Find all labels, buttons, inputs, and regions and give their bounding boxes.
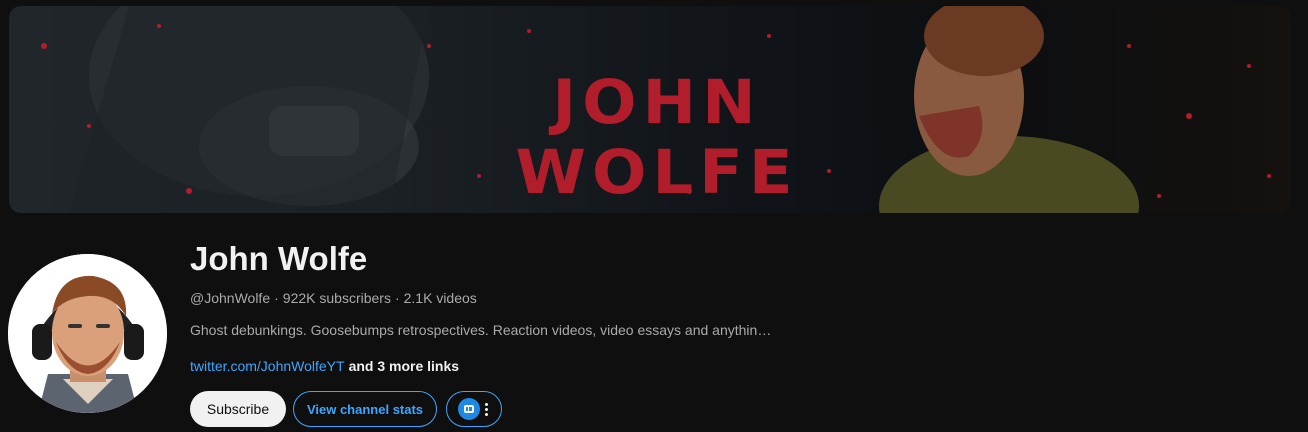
meta-separator: ·: [274, 290, 279, 306]
video-count: 2.1K videos: [403, 290, 477, 306]
channel-banner: John Wolfe: [9, 6, 1291, 213]
twitter-link[interactable]: twitter.com/JohnWolfeYT: [190, 358, 345, 374]
more-links-button[interactable]: and 3 more links: [349, 358, 459, 374]
avatar-illustration: [8, 254, 167, 413]
subscriber-count: 922K subscribers: [282, 290, 391, 306]
meta-separator: ·: [394, 290, 400, 306]
subscribe-button[interactable]: Subscribe: [190, 391, 286, 427]
channel-meta: @JohnWolfe · 922K subscribers · 2.1K videos: [190, 290, 477, 306]
view-channel-stats-button[interactable]: View channel stats: [293, 391, 437, 427]
channel-handle: @JohnWolfe: [190, 290, 271, 306]
channel-links: twitter.com/JohnWolfeYT and 3 more links: [190, 358, 459, 374]
extension-logo-icon: [458, 398, 480, 420]
extension-menu-button[interactable]: [446, 391, 502, 427]
channel-description[interactable]: Ghost debunkings. Goosebumps retrospecti…: [190, 322, 771, 338]
avatar[interactable]: [8, 254, 167, 413]
channel-name: John Wolfe: [190, 240, 368, 277]
channel-page: John Wolfe John Wolfe @: [0, 0, 1308, 432]
more-vert-icon: [485, 402, 488, 416]
banner-title: John Wolfe: [515, 67, 799, 209]
